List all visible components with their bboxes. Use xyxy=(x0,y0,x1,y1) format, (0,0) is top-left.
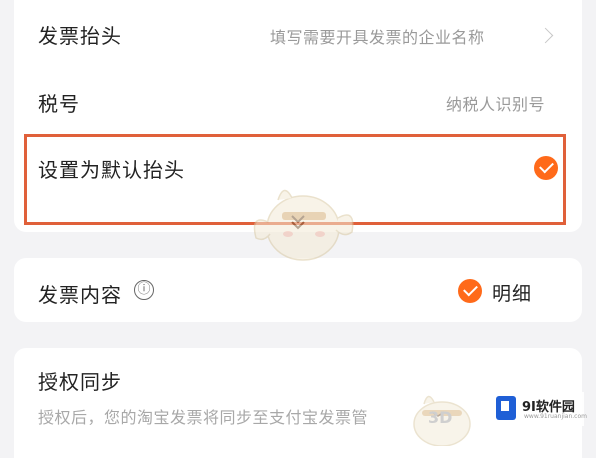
tax-number-input[interactable]: 纳税人识别号 xyxy=(446,91,545,115)
mascot-icon xyxy=(253,189,354,261)
invoice-title-input[interactable]: 填写需要开具发票的企业名称 xyxy=(270,24,485,48)
site-logo-icon xyxy=(496,396,516,420)
watermark-overlay-text: 3D xyxy=(428,408,453,427)
info-icon[interactable]: ⓘ xyxy=(134,280,154,300)
default-title-label: 设置为默认抬头 xyxy=(38,158,185,182)
invoice-title-label: 发票抬头 xyxy=(38,24,122,48)
default-checkmark-icon[interactable] xyxy=(534,156,558,180)
site-watermark: 9I软件园 www.91ruanjian.com xyxy=(492,392,587,426)
sync-label: 授权同步 xyxy=(38,370,122,394)
tax-number-label: 税号 xyxy=(38,92,80,116)
site-watermark-url: www.91ruanjian.com xyxy=(524,413,587,420)
content-checkmark-icon[interactable] xyxy=(458,279,482,303)
invoice-content-label: 发票内容 xyxy=(38,283,122,307)
sync-description: 授权后，您的淘宝发票将同步至支付宝发票管 xyxy=(38,408,369,427)
content-option-label: 明细 xyxy=(492,283,533,305)
